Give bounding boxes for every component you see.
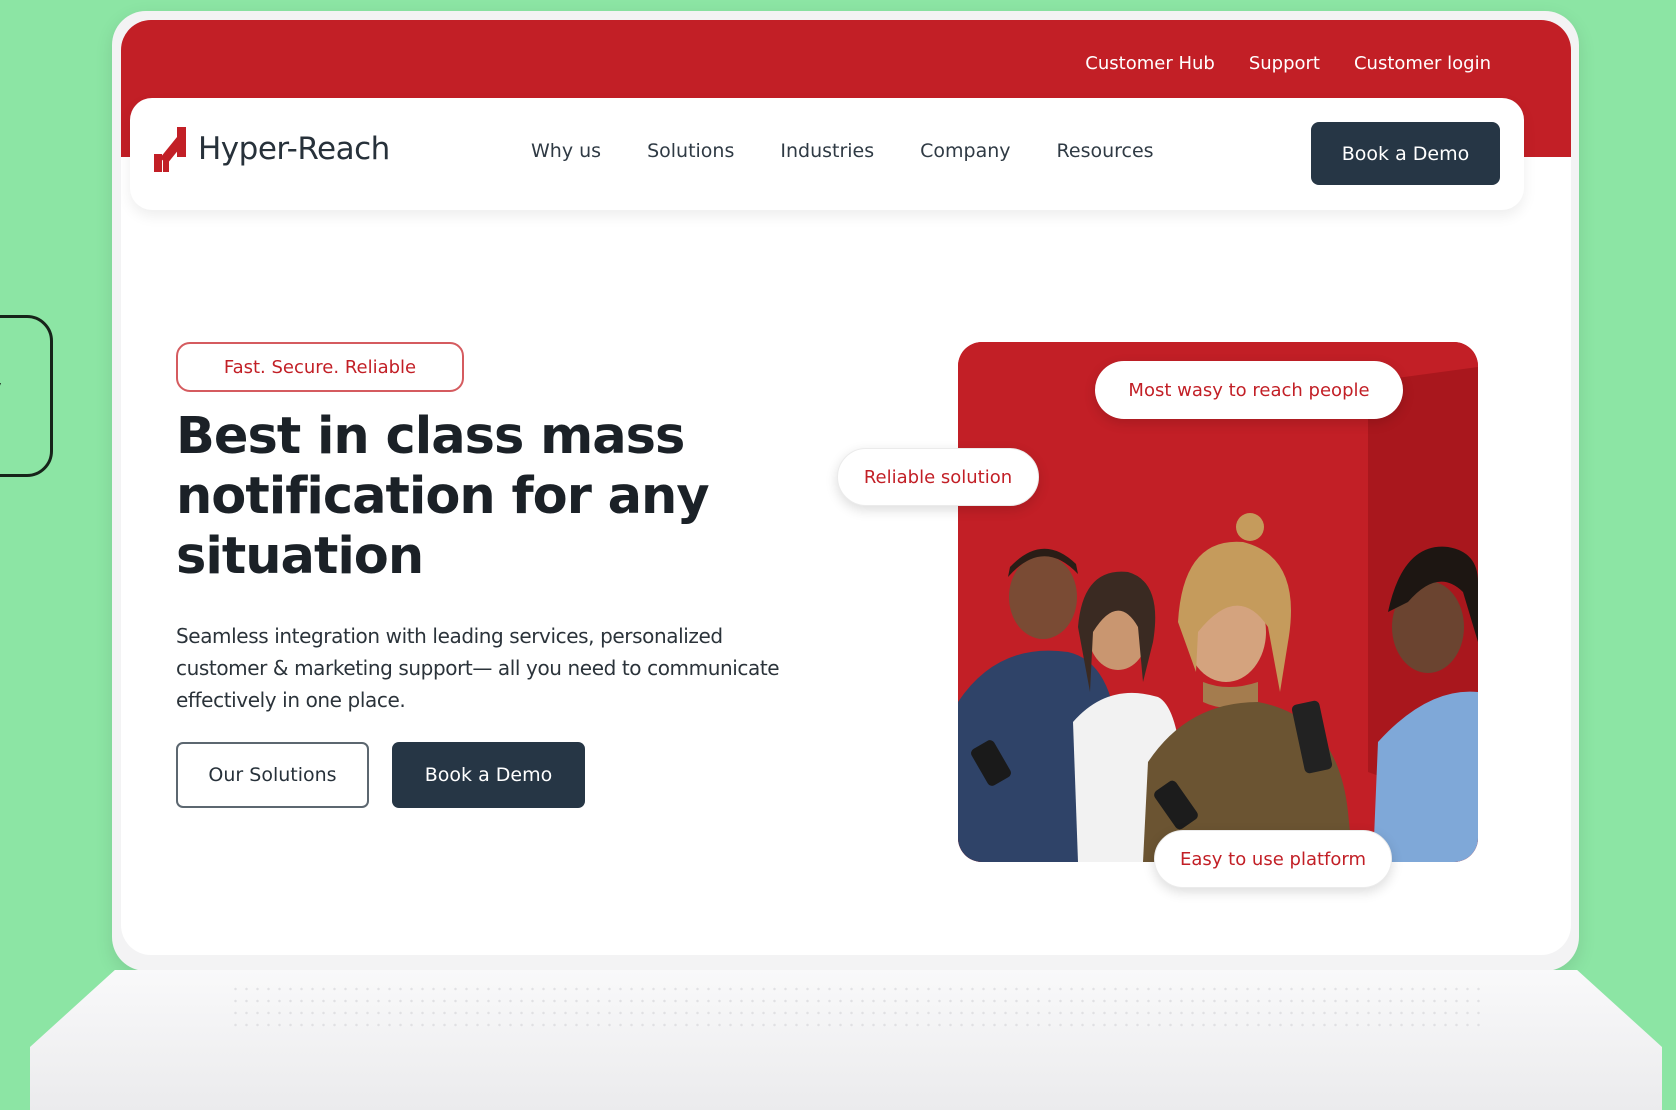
pill-most-wasy-to-reach-people: Most wasy to reach people: [1095, 361, 1403, 419]
hero-image-people-with-phones: [958, 342, 1478, 862]
brand-name: Hyper-Reach: [198, 131, 390, 167]
hero-badge: Fast. Secure. Reliable: [176, 342, 464, 392]
hero-book-demo-button[interactable]: Book a Demo: [392, 742, 585, 808]
nav-link-solutions[interactable]: Solutions: [647, 140, 734, 162]
hyper-reach-logo-icon: [154, 127, 186, 172]
utility-link-customer-hub[interactable]: Customer Hub: [1085, 53, 1215, 74]
pill-easy-to-use-platform: Easy to use platform: [1154, 830, 1392, 888]
nav-link-industries[interactable]: Industries: [780, 140, 874, 162]
our-solutions-button[interactable]: Our Solutions: [176, 742, 369, 808]
laptop-keyboard: [230, 983, 1480, 1028]
nav-link-resources[interactable]: Resources: [1057, 140, 1154, 162]
side-card-fragment: y: [0, 315, 53, 477]
nav-link-company[interactable]: Company: [920, 140, 1010, 162]
hero-title: Best in class mass notification for any …: [176, 407, 710, 586]
pill-reliable-solution: Reliable solution: [837, 448, 1039, 506]
laptop-screen: Customer Hub Support Customer login Hype…: [121, 20, 1571, 955]
utility-link-support[interactable]: Support: [1249, 53, 1320, 74]
nav-link-why-us[interactable]: Why us: [531, 140, 601, 162]
hero-description: Seamless integration with leading servic…: [176, 624, 780, 712]
main-nav: Hyper-Reach Why us Solutions Industries …: [130, 98, 1524, 210]
brand-logo[interactable]: Hyper-Reach: [152, 124, 390, 174]
hero-illustration: [958, 342, 1478, 862]
side-card-glyph: y: [0, 368, 2, 424]
utility-link-customer-login[interactable]: Customer login: [1354, 53, 1491, 74]
nav-book-demo-button[interactable]: Book a Demo: [1311, 122, 1500, 185]
utility-nav: Customer Hub Support Customer login: [1085, 53, 1491, 74]
primary-nav-links: Why us Solutions Industries Company Reso…: [531, 140, 1154, 162]
